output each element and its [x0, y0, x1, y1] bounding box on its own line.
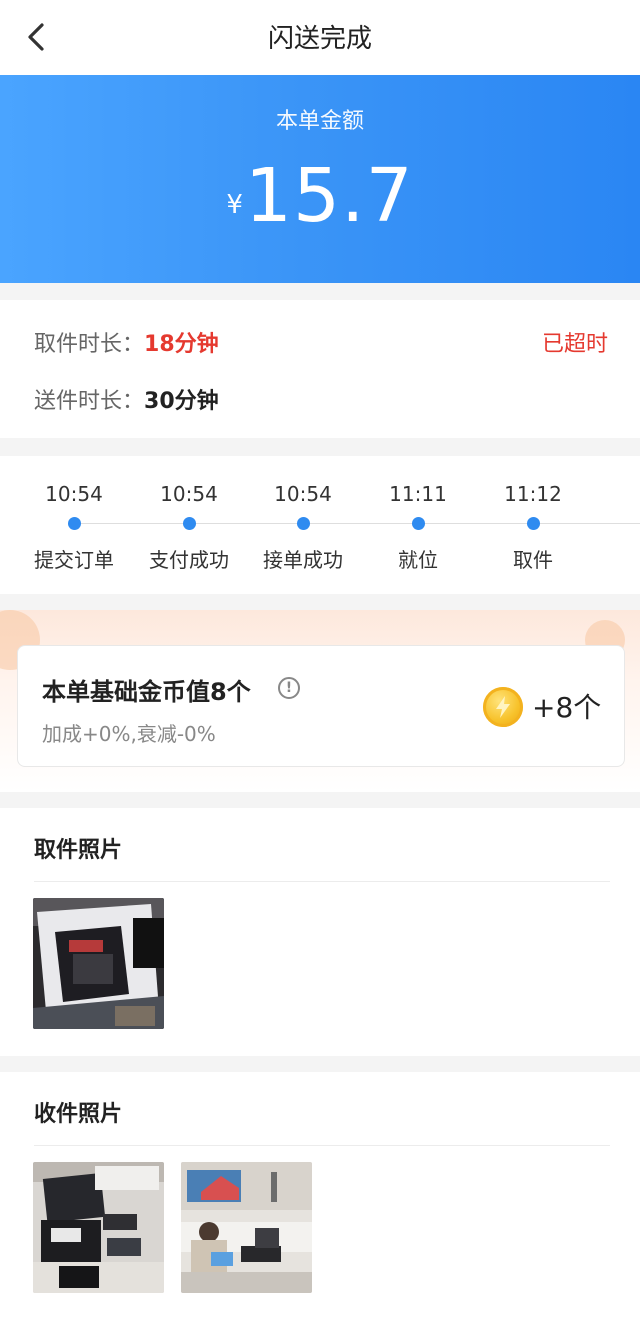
step-label: 提交订单: [34, 548, 114, 572]
delivery-duration-value: 30分钟: [144, 389, 219, 414]
timeline-line: [72, 523, 640, 524]
receive-photos-section: 收件照片: [0, 1072, 640, 1320]
duration-card: 已超时: [0, 300, 640, 438]
coin-icon: [483, 687, 523, 727]
amount-display: ¥15.7: [0, 153, 640, 239]
step-dot: [527, 517, 540, 530]
step-dot: [68, 517, 81, 530]
page-title: 闪送完成: [267, 24, 372, 54]
delivery-duration-row: 送件时长：30分钟: [34, 383, 219, 415]
section-title: 取件照片: [34, 838, 123, 863]
step-time: 11:12: [504, 482, 562, 506]
divider: [34, 1145, 610, 1146]
receive-photo[interactable]: [181, 1162, 312, 1293]
coin-subtitle: 加成+0%,衰减-0%: [42, 722, 216, 746]
divider: [34, 881, 610, 882]
step-time: 10:54: [45, 482, 103, 506]
overtime-status: 已超时: [541, 332, 608, 357]
step-label: 就位: [398, 548, 438, 572]
step-label: 接单成功: [263, 548, 343, 572]
section-title: 收件照片: [34, 1102, 123, 1127]
info-icon[interactable]: !: [278, 677, 300, 699]
pickup-duration-row: 取件时长：18分钟: [34, 326, 219, 358]
step-dot: [412, 517, 425, 530]
pickup-duration-value: 18分钟: [144, 332, 219, 357]
receive-photo[interactable]: [33, 1162, 164, 1293]
nav-bar: 闪送完成: [0, 0, 640, 75]
coin-title: 本单基础金币值8个: [42, 678, 251, 706]
step-label: 支付成功: [149, 548, 229, 572]
step-time: 10:54: [274, 482, 332, 506]
currency-symbol: ¥: [226, 190, 243, 220]
coin-section: 本单基础金币值8个 ! 加成+0%,衰减-0% +8个: [0, 610, 640, 792]
amount-value: 15.7: [244, 153, 414, 239]
step-dot: [183, 517, 196, 530]
order-timeline[interactable]: 10:54 提交订单 10:54 支付成功 10:54 接单成功 11:11 就…: [0, 456, 640, 594]
step-time: 11:11: [389, 482, 447, 506]
step-time: 10:54: [160, 482, 218, 506]
delivery-duration-label: 送件时长：: [34, 389, 145, 414]
pickup-photo[interactable]: [33, 898, 164, 1029]
step-dot: [297, 517, 310, 530]
coin-count: +8个: [532, 691, 602, 724]
pickup-duration-label: 取件时长：: [34, 332, 145, 357]
amount-banner: 本单金额 ¥15.7: [0, 75, 640, 283]
amount-label: 本单金额: [275, 109, 364, 134]
pickup-photos-section: 取件照片: [0, 808, 640, 1056]
coin-card: 本单基础金币值8个 ! 加成+0%,衰减-0% +8个: [17, 645, 625, 767]
step-label: 取件: [513, 548, 553, 572]
